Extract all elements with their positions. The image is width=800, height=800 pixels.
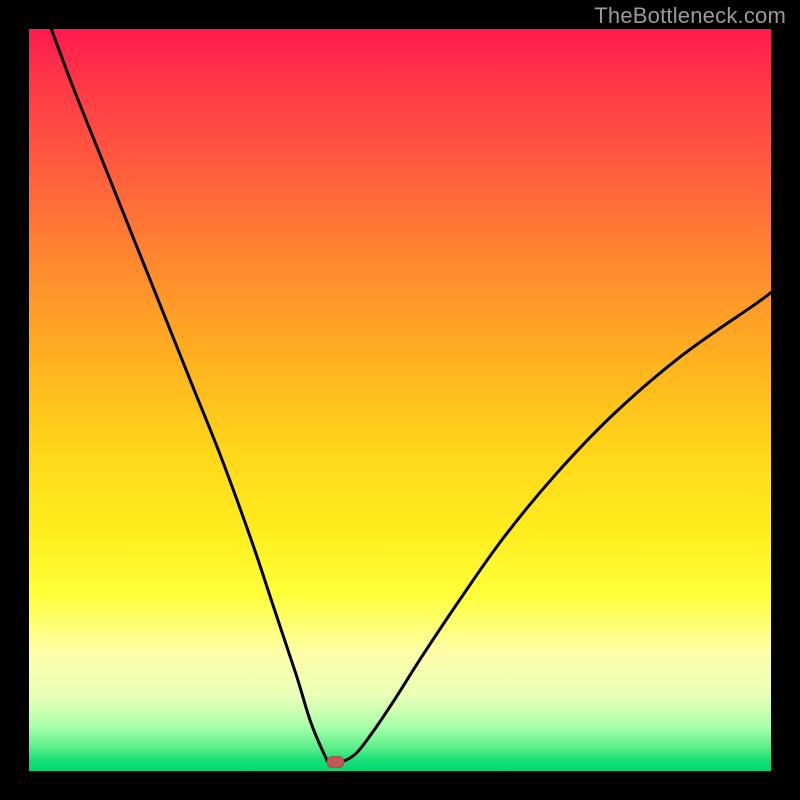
plot-area (29, 29, 771, 771)
watermark-text: TheBottleneck.com (594, 3, 786, 29)
curve-layer (29, 29, 771, 771)
marker-dot (327, 757, 344, 768)
bottleneck-curve (51, 29, 771, 763)
chart-frame: TheBottleneck.com (0, 0, 800, 800)
